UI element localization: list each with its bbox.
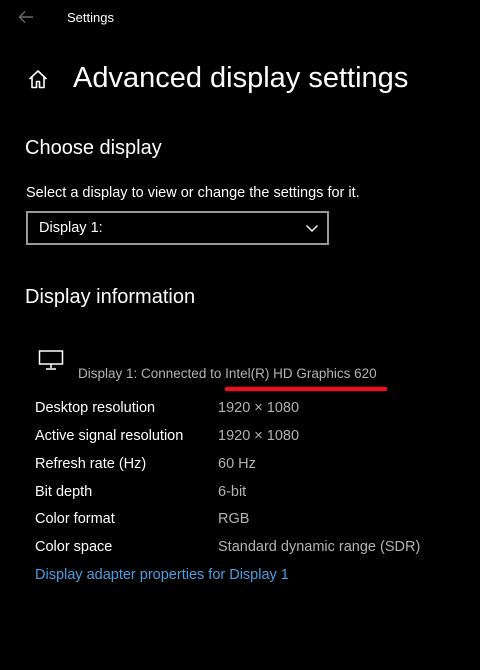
red-annotation-underline bbox=[224, 386, 388, 392]
info-value: 1920 × 1080 bbox=[218, 428, 300, 444]
info-label: Active signal resolution bbox=[35, 428, 184, 444]
display-connection-text: Display 1: Connected to Intel(R) HD Grap… bbox=[78, 366, 377, 381]
info-label: Color format bbox=[35, 511, 115, 527]
monitor-icon bbox=[38, 350, 64, 370]
choose-display-heading: Choose display bbox=[25, 137, 162, 159]
home-button[interactable] bbox=[25, 66, 51, 92]
info-row-active-signal-resolution: Active signal resolution 1920 × 1080 bbox=[0, 427, 480, 449]
title-bar: Settings bbox=[0, 0, 480, 36]
info-value: 60 Hz bbox=[218, 456, 256, 472]
info-value: 1920 × 1080 bbox=[218, 400, 300, 416]
info-row-color-space: Color space Standard dynamic range (SDR) bbox=[0, 538, 480, 560]
display-select-dropdown[interactable]: Display 1: bbox=[26, 211, 329, 245]
info-value: RGB bbox=[218, 511, 250, 527]
info-row-refresh-rate: Refresh rate (Hz) 60 Hz bbox=[0, 455, 480, 477]
page-title: Advanced display settings bbox=[73, 62, 409, 94]
display-select-value: Display 1: bbox=[39, 220, 103, 236]
window-title: Settings bbox=[67, 10, 114, 25]
choose-display-description: Select a display to view or change the s… bbox=[26, 185, 360, 201]
display-information-heading: Display information bbox=[25, 286, 196, 308]
info-label: Refresh rate (Hz) bbox=[35, 456, 147, 472]
display-adapter-properties-link[interactable]: Display adapter properties for Display 1 bbox=[35, 566, 289, 584]
info-row-bit-depth: Bit depth 6-bit bbox=[0, 483, 480, 505]
back-button[interactable] bbox=[14, 6, 38, 28]
info-row-color-format: Color format RGB bbox=[0, 510, 480, 532]
arrow-left-icon bbox=[18, 11, 33, 23]
info-row-desktop-resolution: Desktop resolution 1920 × 1080 bbox=[0, 399, 480, 421]
info-label: Desktop resolution bbox=[35, 400, 156, 416]
home-icon bbox=[28, 70, 48, 89]
info-value: 6-bit bbox=[218, 484, 247, 500]
info-value: Standard dynamic range (SDR) bbox=[218, 539, 421, 555]
info-label: Bit depth bbox=[35, 484, 93, 500]
info-label: Color space bbox=[35, 539, 113, 555]
chevron-down-icon bbox=[306, 225, 318, 232]
